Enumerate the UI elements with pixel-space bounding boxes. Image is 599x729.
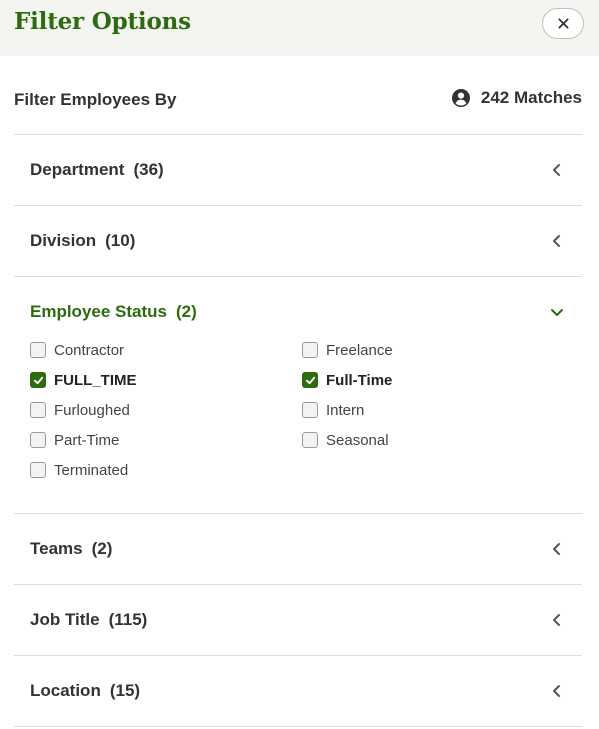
option-contractor[interactable]: Contractor — [30, 340, 124, 360]
section-location: Location (15) — [14, 655, 582, 726]
user-circle-icon — [451, 89, 470, 107]
checkbox[interactable] — [302, 342, 318, 358]
option-label: Terminated — [54, 461, 129, 479]
option-label: Seasonal — [326, 431, 389, 449]
option-label: Furloughed — [54, 401, 130, 419]
chevron-left-icon[interactable] — [550, 234, 564, 248]
section-count: (15) — [109, 681, 141, 700]
option-intern[interactable]: Intern — [302, 400, 364, 420]
section-division: Division (10) — [14, 205, 582, 276]
section-count: (10) — [105, 231, 136, 250]
option-label: Part-Time — [54, 431, 120, 449]
section-title: Job Title — [30, 610, 100, 629]
section-department: Department (36) — [14, 134, 582, 205]
option-part-time[interactable]: Part-Time — [30, 430, 119, 450]
divider — [14, 726, 582, 727]
check-icon — [33, 376, 43, 384]
section-header-department[interactable]: Department (36) — [14, 135, 582, 205]
section-count: (2) — [91, 539, 113, 558]
option-terminated[interactable]: Terminated — [30, 460, 128, 480]
checkbox[interactable] — [302, 402, 318, 418]
matches-label: 242 Matches — [480, 88, 582, 107]
checkbox[interactable] — [30, 372, 46, 388]
option-full-time[interactable]: Full-Time — [302, 370, 392, 390]
section-count: (115) — [108, 610, 148, 629]
section-header-location[interactable]: Location (15) — [14, 656, 582, 726]
chevron-down-icon[interactable] — [550, 305, 564, 319]
section-count: (36) — [133, 160, 164, 179]
checkbox[interactable] — [30, 342, 46, 358]
chevron-left-icon[interactable] — [550, 542, 564, 556]
option-label: FULL_TIME — [54, 371, 137, 389]
page-title: Filter Options — [14, 8, 191, 35]
section-title: Location — [30, 681, 101, 700]
option-label: Full-Time — [326, 371, 393, 389]
option-full-time-upper[interactable]: FULL_TIME — [30, 370, 137, 390]
section-count: (2) — [176, 302, 197, 321]
option-label: Contractor — [54, 341, 125, 359]
section-job-title: Job Title (115) — [14, 584, 582, 655]
close-button[interactable] — [542, 8, 584, 39]
section-header-job-title[interactable]: Job Title (115) — [14, 585, 582, 655]
close-icon — [557, 18, 569, 29]
section-header-employee-status[interactable]: Employee Status (2) — [14, 277, 582, 347]
chevron-left-icon[interactable] — [550, 613, 564, 627]
employee-status-options: Contractor Freelance FULL_TIME Full-Time… — [14, 342, 582, 513]
checkbox[interactable] — [302, 372, 318, 388]
section-employee-status: Employee Status (2) Contractor Freelance … — [14, 276, 582, 513]
section-header-division[interactable]: Division (10) — [14, 206, 582, 276]
filter-header: Filter Options — [0, 0, 599, 56]
option-freelance[interactable]: Freelance — [302, 340, 393, 360]
option-furloughed[interactable]: Furloughed — [30, 400, 130, 420]
checkbox[interactable] — [30, 462, 46, 478]
check-icon — [305, 376, 315, 384]
option-seasonal[interactable]: Seasonal — [302, 430, 389, 450]
checkbox[interactable] — [302, 432, 318, 448]
section-title: Teams — [30, 539, 83, 558]
section-title: Employee Status — [30, 302, 167, 321]
section-teams: Teams (2) — [14, 513, 582, 584]
section-title: Department — [30, 160, 125, 179]
option-label: Freelance — [326, 341, 393, 359]
checkbox[interactable] — [30, 402, 46, 418]
section-header-teams[interactable]: Teams (2) — [14, 514, 582, 584]
matches-count: 242 Matches — [451, 88, 582, 108]
section-title: Division — [30, 231, 97, 250]
option-label: Intern — [326, 401, 365, 419]
checkbox[interactable] — [30, 432, 46, 448]
chevron-left-icon[interactable] — [550, 163, 564, 177]
filter-by-label: Filter Employees By — [14, 90, 177, 109]
chevron-left-icon[interactable] — [550, 684, 564, 698]
